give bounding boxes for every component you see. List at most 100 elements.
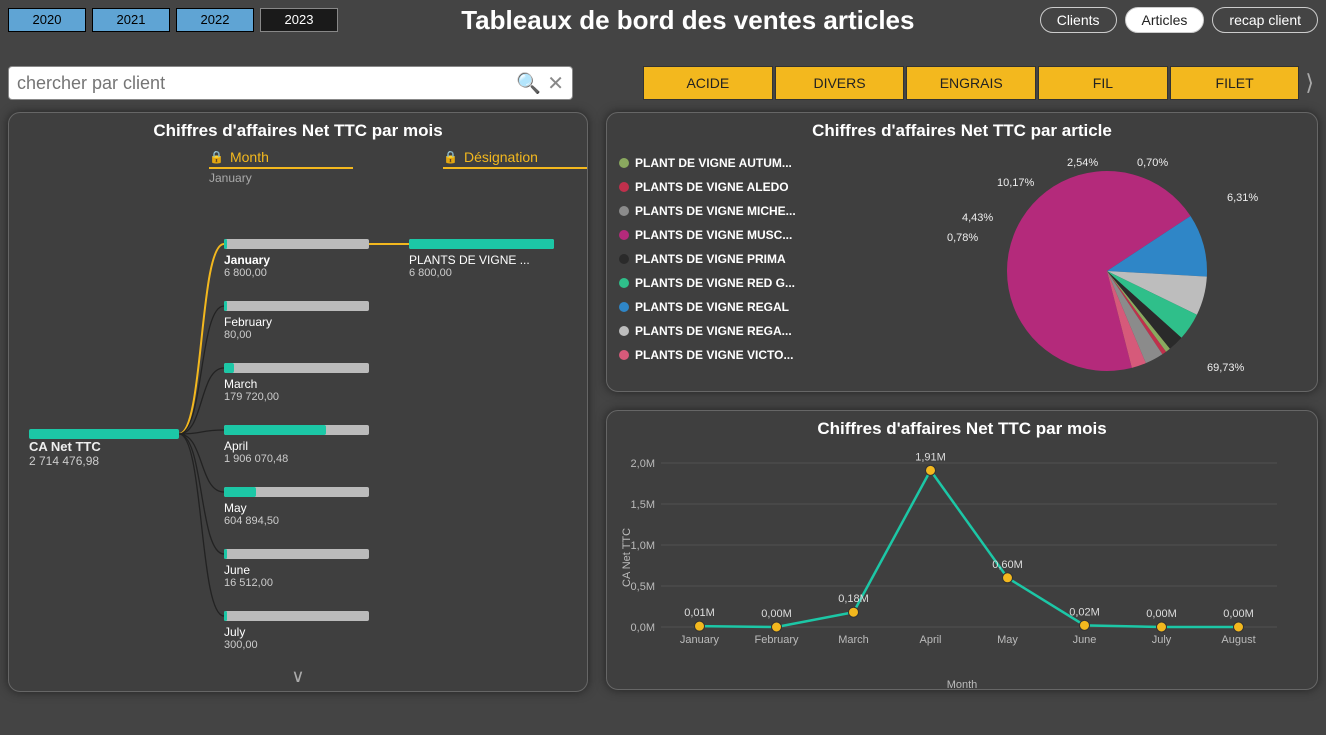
- category-filet[interactable]: FILET: [1170, 66, 1300, 100]
- col-label: Month: [230, 149, 269, 165]
- node-value: 80,00: [224, 329, 369, 341]
- legend-label: PLANTS DE VIGNE VICTO...: [635, 348, 793, 362]
- legend-swatch: [619, 326, 629, 336]
- panel-decomposition: Chiffres d'affaires Net TTC par mois 🔒Mo…: [8, 112, 588, 692]
- tab-articles[interactable]: Articles: [1125, 7, 1205, 33]
- data-point[interactable]: [926, 465, 936, 475]
- y-tick: 2,0M: [631, 458, 655, 470]
- x-tick: June: [1073, 634, 1097, 646]
- month-node-june[interactable]: June 16 512,00: [224, 549, 369, 589]
- pie-data-label: 6,31%: [1227, 192, 1258, 204]
- legend-item[interactable]: PLANTS DE VIGNE MUSC...: [619, 223, 837, 247]
- year-button-2020[interactable]: 2020: [8, 8, 86, 32]
- x-tick: February: [754, 634, 799, 646]
- y-tick: 1,0M: [631, 540, 655, 552]
- search-icon[interactable]: 🔍: [516, 71, 541, 96]
- pie-data-label: 0,70%: [1137, 157, 1168, 169]
- tab-clients[interactable]: Clients: [1040, 7, 1117, 33]
- pie-chart[interactable]: 69,73%10,17%2,54%0,70%6,31%4,43%0,78%: [867, 156, 1287, 386]
- node-label: June: [224, 563, 369, 577]
- category-fil[interactable]: FIL: [1038, 66, 1168, 100]
- legend-swatch: [619, 230, 629, 240]
- year-button-2021[interactable]: 2021: [92, 8, 170, 32]
- view-tabs: Clients Articles recap client: [1032, 7, 1318, 33]
- category-engrais[interactable]: ENGRAIS: [906, 66, 1036, 100]
- legend-item[interactable]: PLANTS DE VIGNE REGA...: [619, 319, 837, 343]
- legend-swatch: [619, 254, 629, 264]
- legend-item[interactable]: PLANTS DE VIGNE VICTO...: [619, 343, 837, 367]
- legend-label: PLANTS DE VIGNE ALEDO: [635, 180, 789, 194]
- month-node-january[interactable]: January 6 800,00: [224, 239, 369, 279]
- month-node-march[interactable]: March 179 720,00: [224, 363, 369, 403]
- panel-pie: Chiffres d'affaires Net TTC par article …: [606, 112, 1318, 392]
- root-value: 2 714 476,98: [29, 454, 179, 468]
- decomposition-tree[interactable]: 🔒Month January 🔒Désignation CA Net TTC 2…: [9, 149, 587, 693]
- pie-data-label: 10,17%: [997, 177, 1035, 189]
- x-tick: August: [1221, 634, 1255, 646]
- line-series: [700, 470, 1239, 627]
- category-acide[interactable]: ACIDE: [643, 66, 773, 100]
- chevron-down-icon[interactable]: ∨: [291, 666, 304, 687]
- legend-label: PLANTS DE VIGNE MUSC...: [635, 228, 792, 242]
- legend-item[interactable]: PLANTS DE VIGNE MICHE...: [619, 199, 837, 223]
- data-point[interactable]: [695, 621, 705, 631]
- pie-data-label: 4,43%: [962, 212, 993, 224]
- search-input[interactable]: [17, 73, 510, 94]
- data-label: 0,00M: [1146, 608, 1177, 620]
- data-point[interactable]: [1157, 622, 1167, 632]
- category-divers[interactable]: DIVERS: [775, 66, 905, 100]
- column-month[interactable]: 🔒Month January: [209, 149, 353, 185]
- data-point[interactable]: [1080, 620, 1090, 630]
- data-label: 1,91M: [915, 453, 946, 463]
- data-label: 0,00M: [1223, 608, 1254, 620]
- tab-recap-client[interactable]: recap client: [1212, 7, 1318, 33]
- lock-icon: 🔒: [209, 150, 224, 164]
- month-node-may[interactable]: May 604 894,50: [224, 487, 369, 527]
- legend-item[interactable]: PLANTS DE VIGNE ALEDO: [619, 175, 837, 199]
- legend-item[interactable]: PLANTS DE VIGNE PRIMA: [619, 247, 837, 271]
- data-point[interactable]: [849, 607, 859, 617]
- y-axis-label: CA Net TTC: [621, 528, 633, 587]
- clear-icon[interactable]: ✕: [547, 71, 564, 96]
- pie-data-label: 69,73%: [1207, 362, 1245, 374]
- data-label: 0,18M: [838, 593, 869, 605]
- x-tick: May: [997, 634, 1018, 646]
- legend-swatch: [619, 206, 629, 216]
- month-node-april[interactable]: April 1 906 070,48: [224, 425, 369, 465]
- panel-title: Chiffres d'affaires Net TTC par mois: [607, 411, 1317, 447]
- legend-item[interactable]: PLANT DE VIGNE AUTUM...: [619, 151, 837, 175]
- legend-swatch: [619, 278, 629, 288]
- node-value: 604 894,50: [224, 515, 369, 527]
- legend-swatch: [619, 158, 629, 168]
- detail-node[interactable]: PLANTS DE VIGNE ... 6 800,00: [409, 239, 554, 279]
- month-node-february[interactable]: February 80,00: [224, 301, 369, 341]
- data-point[interactable]: [772, 622, 782, 632]
- root-node[interactable]: CA Net TTC 2 714 476,98: [29, 429, 179, 468]
- search-box[interactable]: 🔍 ✕: [8, 66, 573, 100]
- y-tick: 0,0M: [631, 622, 655, 634]
- col-label: Désignation: [464, 149, 538, 165]
- data-label: 0,60M: [992, 559, 1023, 571]
- pie-legend: PLANT DE VIGNE AUTUM... PLANTS DE VIGNE A…: [607, 149, 837, 393]
- node-value: 179 720,00: [224, 391, 369, 403]
- data-point[interactable]: [1003, 573, 1013, 583]
- legend-item[interactable]: PLANTS DE VIGNE RED G...: [619, 271, 837, 295]
- x-tick: January: [680, 634, 720, 646]
- legend-swatch: [619, 182, 629, 192]
- legend-item[interactable]: PLANTS DE VIGNE REGAL: [619, 295, 837, 319]
- year-buttons: 2020202120222023: [8, 8, 344, 32]
- lock-icon: 🔒: [443, 150, 458, 164]
- node-value: 6 800,00: [409, 267, 554, 279]
- chevron-right-icon[interactable]: ⟩: [1301, 70, 1318, 96]
- year-button-2022[interactable]: 2022: [176, 8, 254, 32]
- line-chart[interactable]: 0,0M0,5M1,0M1,5M2,0M0,01MJanuary0,00MFeb…: [611, 453, 1291, 663]
- y-tick: 1,5M: [631, 499, 655, 511]
- year-button-2023[interactable]: 2023: [260, 8, 338, 32]
- legend-label: PLANTS DE VIGNE RED G...: [635, 276, 795, 290]
- right-column: Chiffres d'affaires Net TTC par article …: [606, 112, 1318, 692]
- data-point[interactable]: [1234, 622, 1244, 632]
- node-value: 300,00: [224, 639, 369, 651]
- month-node-july[interactable]: July 300,00: [224, 611, 369, 651]
- column-designation[interactable]: 🔒 Désignation: [443, 149, 587, 185]
- main-area: Chiffres d'affaires Net TTC par mois 🔒 Mo…: [0, 100, 1326, 700]
